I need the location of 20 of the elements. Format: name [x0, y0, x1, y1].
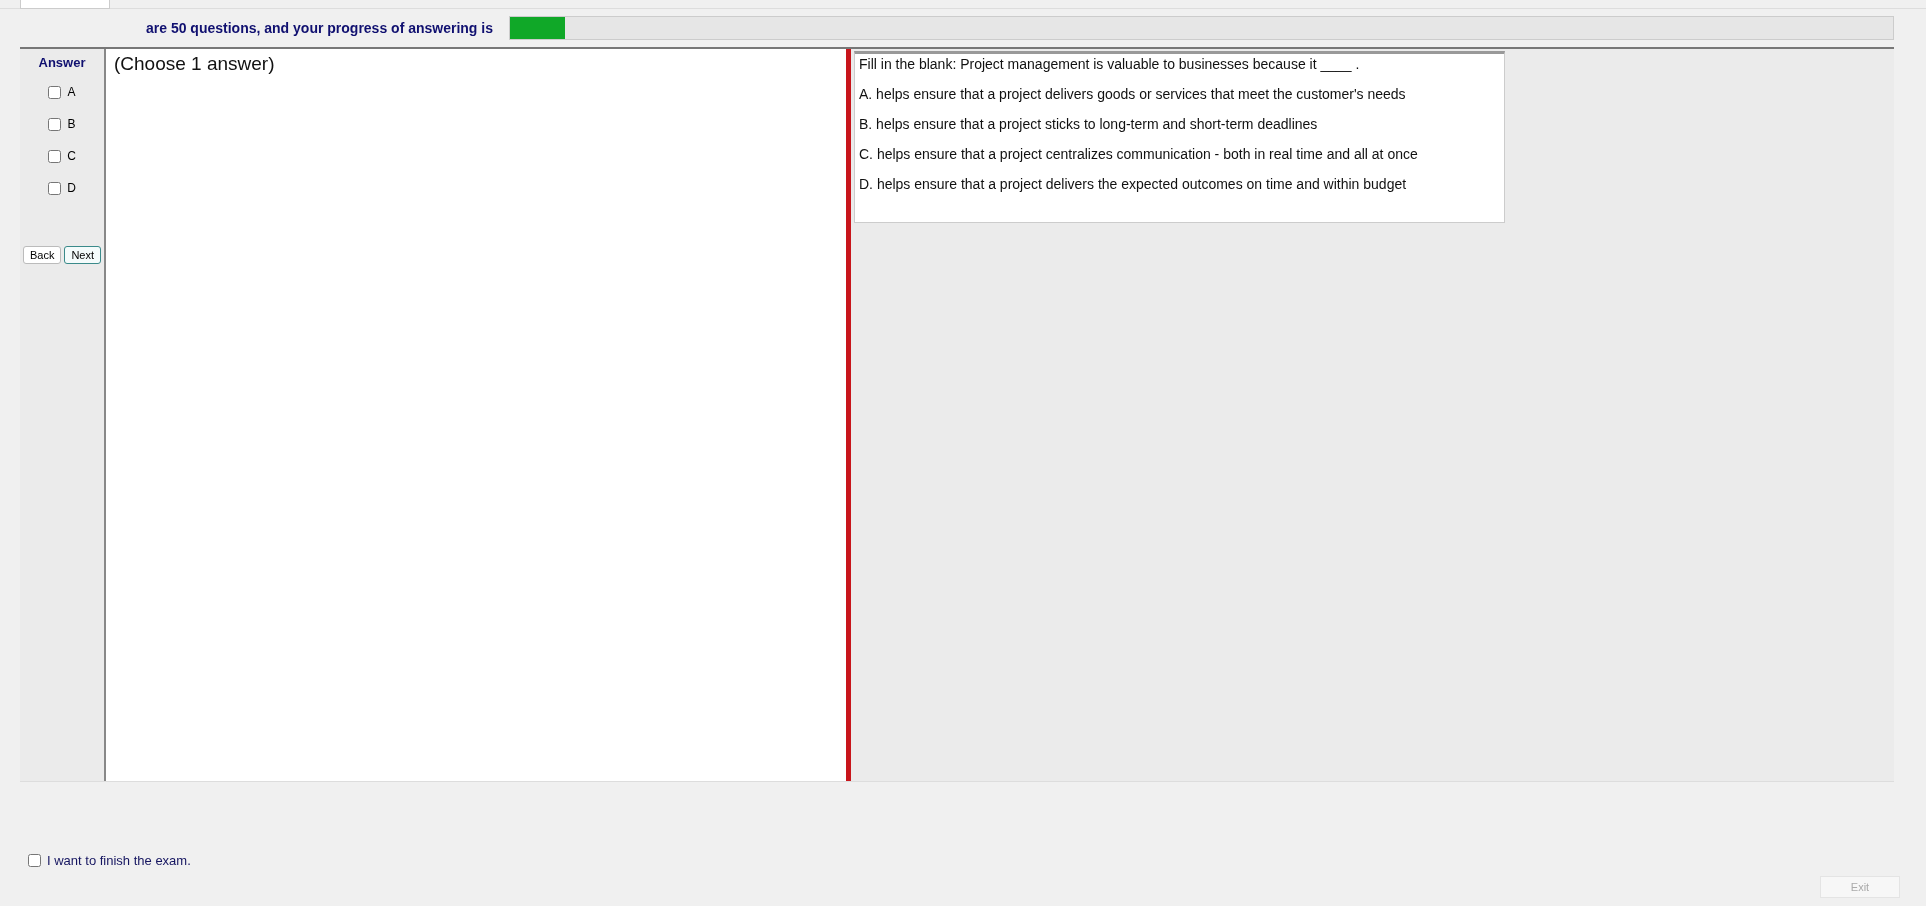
- option-label: B: [67, 117, 76, 131]
- answer-choice: C. helps ensure that a project centralizes communication - both in real time and all at once: [859, 146, 1419, 162]
- finish-checkbox[interactable]: [28, 854, 41, 867]
- answer-choice: A. helps ensure that a project delivers goods or services that meet the customer's needs: [859, 86, 1407, 102]
- answer-checkbox[interactable]: [48, 181, 62, 195]
- option-label: A: [67, 85, 76, 99]
- answer-choice: B. helps ensure that a project sticks to long-term and short-term deadlines: [859, 116, 1319, 132]
- progress-text: are 50 questions, and your progress of answering is: [146, 20, 493, 36]
- answer-checkbox[interactable]: [48, 117, 62, 131]
- answer-choice: D. helps ensure that a project delivers the expected outcomes on time and within budget: [859, 176, 1408, 192]
- answer-checkbox[interactable]: [48, 85, 62, 99]
- option-label: C: [67, 149, 76, 163]
- option-label: D: [67, 181, 76, 195]
- next-button[interactable]: Next: [64, 246, 102, 264]
- back-button[interactable]: Back: [22, 246, 62, 264]
- answer-title: Answer: [38, 55, 86, 70]
- question-text: Fill in the blank: Project management is valuable to businesses because it ____ .: [859, 56, 1361, 72]
- answer-checkbox[interactable]: [48, 149, 62, 163]
- finish-label: I want to finish the exam.: [47, 853, 191, 868]
- instruction-text: (Choose 1 answer): [114, 53, 275, 74]
